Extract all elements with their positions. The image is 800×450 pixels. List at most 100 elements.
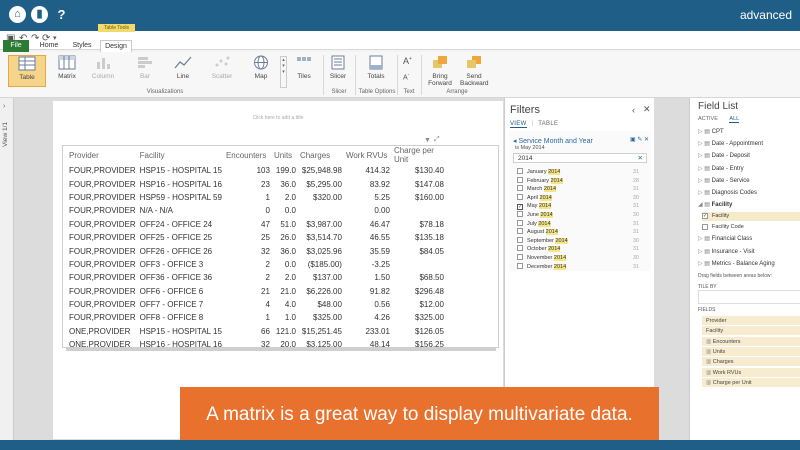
matrix-column-header[interactable]: Units	[272, 146, 298, 164]
checkbox[interactable]	[702, 223, 708, 230]
field-list-table[interactable]: ▷ ▤ CPT	[698, 128, 724, 135]
checkbox[interactable]	[517, 228, 523, 235]
fields-area-item[interactable]: ▥ Units	[702, 346, 800, 357]
matrix-horizontal-scrollbar[interactable]	[66, 348, 496, 351]
filter-field-name[interactable]: ◂ Service Month and Year	[513, 137, 593, 145]
matrix-row[interactable]: FOUR,PROVIDER OFF24 - OFFICE 24 47 51.0 $3,9…	[67, 218, 446, 231]
totals-button[interactable]: Totals	[363, 55, 389, 87]
matrix-row[interactable]: FOUR,PROVIDER OFF6 - OFFICE 6 21 21.0 $6,226…	[67, 285, 446, 298]
bring-forward-button[interactable]: Bring Forward	[426, 55, 454, 87]
matrix-column-header[interactable]: Encounters	[224, 146, 272, 164]
field-list-table[interactable]: ▷ ▤ Diagnosis Codes	[698, 189, 757, 196]
matrix-row[interactable]: FOUR,PROVIDER OFF8 - OFFICE 8 1 1.0 $325.00 4…	[67, 311, 446, 324]
add-title-hint[interactable]: Click here to add a title	[53, 115, 503, 121]
matrix-row[interactable]: FOUR,PROVIDER OFF25 - OFFICE 25 25 26.0 $3,5…	[67, 231, 446, 244]
checkbox[interactable]	[517, 262, 523, 269]
tab-home[interactable]: Home	[36, 40, 62, 52]
scatter-button[interactable]: Scatter	[206, 55, 238, 87]
matrix-row[interactable]: FOUR,PROVIDER N/A - N/A 0 0.0 0.00	[67, 204, 446, 217]
matrix-row[interactable]: FOUR,PROVIDER HSP16 - HOSPITAL 16 23 36.0 $5…	[67, 177, 446, 190]
tile-by-drop-area[interactable]	[698, 290, 800, 304]
field-list-table[interactable]: ▷ ▤ Metrics - Balance Aging	[698, 260, 775, 267]
tab-styles[interactable]: Styles	[68, 40, 96, 52]
matrix-cell: ($185.00)	[307, 259, 342, 269]
checkbox[interactable]	[517, 245, 523, 252]
help-icon[interactable]: ?	[53, 6, 70, 23]
matrix-row[interactable]: FOUR,PROVIDER OFF3 - OFFICE 3 2 0.0 ($185.00…	[67, 258, 446, 271]
visualization-gallery-scroll[interactable]: ▴ ▾ ▾	[280, 56, 287, 88]
matrix-column-header[interactable]: Facility	[138, 146, 224, 164]
reports-icon[interactable]: ▮	[31, 6, 48, 23]
filters-tab-table[interactable]: TABLE	[538, 121, 558, 127]
field-list-table[interactable]: ▷ ▤ Financial Class	[698, 235, 752, 242]
matrix-row[interactable]: FOUR,PROVIDER OFF36 - OFFICE 36 2 2.0 $137.0…	[67, 271, 446, 284]
home-icon[interactable]: ⌂	[9, 6, 26, 23]
matrix-row[interactable]: ONE,PROVIDER HSP15 - HOSPITAL 15 66 121.0 $1…	[67, 325, 446, 338]
tiles-button[interactable]: Tiles	[292, 55, 316, 87]
field-list-table[interactable]: ▷ ▤ Date - Entry	[698, 165, 744, 172]
increase-font-size-icon[interactable]: A+	[403, 56, 412, 66]
pop-out-icon[interactable]: ⤢	[434, 136, 440, 144]
fields-area-item[interactable]: ▥ Charges	[702, 357, 800, 368]
matrix-column-header[interactable]: Work RVUs	[344, 146, 392, 164]
matrix-cell: FOUR,PROVIDER	[69, 313, 136, 323]
fields-area-item[interactable]: ▥ Work RVUs	[702, 367, 800, 378]
send-backward-label: Send Backward	[460, 73, 489, 87]
checkbox[interactable]	[517, 176, 523, 183]
field-list-field[interactable]: Facility Code	[702, 223, 800, 232]
field-list-tab-active[interactable]: ACTIVE	[698, 116, 718, 122]
filters-tab-view[interactable]: VIEW	[510, 121, 527, 128]
map-button[interactable]: Map	[246, 55, 276, 87]
slicer-button[interactable]: Slicer	[327, 55, 349, 87]
filter-search-input[interactable]: 2014 ✕	[513, 153, 647, 163]
checkbox[interactable]	[517, 254, 523, 260]
checkbox[interactable]	[517, 193, 523, 200]
filter-icon[interactable]: ▼	[424, 137, 431, 144]
matrix-row[interactable]: FOUR,PROVIDER HSP59 - HOSPITAL 59 1 2.0 $320…	[67, 191, 446, 204]
field-list-table[interactable]: ▷ ▤ Date - Appointment	[698, 140, 763, 147]
table-button[interactable]: Table	[8, 55, 46, 87]
matrix-column-header[interactable]: Charge per Unit	[392, 146, 446, 164]
send-backward-button[interactable]: Send Backward	[460, 55, 489, 87]
checked-checkbox[interactable]: ✓	[702, 213, 708, 220]
fields-area-item[interactable]: ▥ Encounters	[702, 336, 800, 347]
matrix-cell: $320.00	[313, 192, 342, 202]
field-list-table[interactable]: ▷ ▤ Date - Service	[698, 177, 750, 184]
field-list-table[interactable]: ▷ ▤ Insurance - Visit	[698, 248, 755, 255]
tab-design[interactable]: Design	[100, 40, 132, 52]
matrix-column-header[interactable]: Provider	[67, 146, 138, 164]
line-button[interactable]: Line	[168, 55, 198, 87]
checkbox[interactable]	[517, 219, 523, 226]
collapse-filters-icon[interactable]: ‹	[632, 105, 635, 115]
close-filters-icon[interactable]: ✕	[643, 104, 651, 115]
matrix-cell: 2.0	[284, 273, 296, 283]
checked-checkbox[interactable]: ✓	[517, 204, 523, 211]
filter-actions-icon[interactable]: ▣ ✎ ✕	[630, 136, 649, 143]
expand-views-icon[interactable]: ›	[3, 103, 5, 110]
table-icon: ▤	[704, 177, 712, 184]
clear-search-icon[interactable]: ✕	[638, 154, 643, 163]
decrease-font-size-icon[interactable]: A-	[403, 72, 409, 81]
fields-area-item[interactable]: ▥ Charge per Unit	[702, 377, 800, 388]
matrix-row[interactable]: ONE,PROVIDER HSP16 - HOSPITAL 16 32 20.0 $3,…	[67, 338, 446, 347]
field-list-tab-all[interactable]: ALL	[729, 116, 740, 123]
matrix-row[interactable]: FOUR,PROVIDER OFF26 - OFFICE 26 32 36.0 $3,0…	[67, 244, 446, 257]
checkbox[interactable]	[517, 168, 523, 174]
filter-value-item[interactable]: December 2014 31	[517, 262, 645, 273]
matrix-row[interactable]: FOUR,PROVIDER HSP15 - HOSPITAL 15 103 199.0…	[67, 164, 446, 177]
matrix-column-header[interactable]: Charges	[298, 146, 344, 164]
matrix-visual[interactable]: Provider Facility Encounters Units Charges Wo…	[62, 145, 499, 348]
field-list-field[interactable]: ✓ Facility	[702, 212, 800, 222]
fields-area-item[interactable]: Provider	[702, 316, 800, 326]
field-list-table[interactable]: ▷ ▤ Date - Deposit	[698, 152, 750, 159]
matrix-button[interactable]: Matrix	[52, 55, 82, 87]
tab-file[interactable]: File	[3, 40, 29, 52]
matrix-row[interactable]: FOUR,PROVIDER OFF7 - OFFICE 7 4 4.0 $48.00 0.…	[67, 298, 446, 311]
column-button[interactable]: Column	[88, 55, 118, 87]
checkbox[interactable]	[517, 236, 523, 243]
fields-area-item[interactable]: Facility	[702, 326, 800, 337]
checkbox[interactable]	[517, 185, 523, 192]
bar-button[interactable]: Bar	[130, 55, 160, 87]
checkbox[interactable]	[517, 211, 523, 217]
field-list-table[interactable]: ◢ ▤ Facility	[698, 201, 732, 208]
